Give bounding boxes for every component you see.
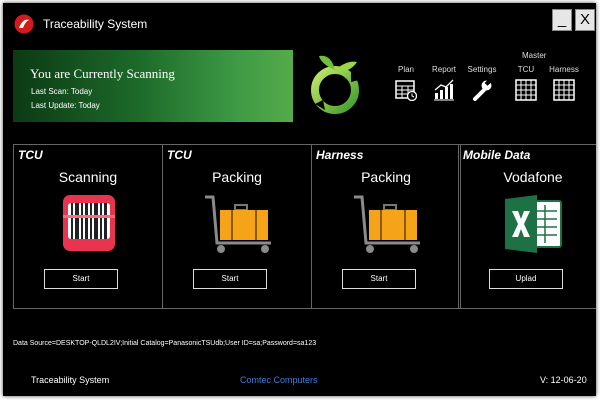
status-banner: You are Currently Scanning Last Scan: To… bbox=[13, 50, 293, 122]
excel-icon bbox=[505, 195, 562, 253]
luggage-cart-icon bbox=[205, 195, 271, 253]
start-button[interactable]: Start bbox=[342, 269, 416, 289]
last-update-text: Last Update: Today bbox=[31, 101, 100, 110]
card-title: Mobile Data bbox=[463, 148, 531, 162]
minimize-button[interactable]: _ bbox=[552, 9, 572, 31]
footer-version: V: 12-06-20 bbox=[540, 375, 587, 385]
master-harness-button[interactable]: Harness bbox=[544, 65, 584, 101]
window-title: Traceability System bbox=[43, 17, 148, 31]
master-tcu-button[interactable]: TCU bbox=[506, 65, 546, 101]
settings-label: Settings bbox=[467, 65, 497, 74]
grid-icon bbox=[553, 79, 575, 101]
close-button[interactable]: X bbox=[575, 9, 595, 31]
status-title: You are Currently Scanning bbox=[30, 66, 175, 81]
master-group-label: Master bbox=[522, 51, 547, 60]
card-mobile-data: Mobile Data Vodafone Uplad bbox=[458, 144, 596, 309]
calendar-clock-icon bbox=[395, 80, 417, 101]
plan-label: Plan bbox=[397, 65, 414, 74]
bar-chart-icon bbox=[434, 79, 454, 101]
master-tcu-label: TCU bbox=[517, 65, 535, 74]
card-harness-packing: Harness Packing Start bbox=[311, 144, 461, 309]
connection-string: Data Source=DESKTOP-QLDL2IV;Initial Cata… bbox=[13, 340, 317, 347]
footer-app-name: Traceability System bbox=[31, 375, 110, 385]
plan-button[interactable]: Plan bbox=[386, 65, 426, 101]
start-button[interactable]: Start bbox=[193, 269, 267, 289]
card-subtitle: Packing bbox=[361, 169, 411, 185]
card-subtitle: Scanning bbox=[58, 169, 118, 185]
barcode-scanner-icon bbox=[63, 195, 115, 251]
last-scan-text: Last Scan: Today bbox=[31, 87, 93, 96]
app-logo-icon bbox=[14, 14, 34, 34]
card-subtitle: Packing bbox=[212, 169, 262, 185]
recycle-leaf-icon bbox=[311, 55, 359, 114]
wrench-icon bbox=[473, 80, 492, 101]
card-subtitle: Vodafone bbox=[503, 169, 563, 185]
app-window: Traceability System _ X You are Currentl… bbox=[3, 3, 596, 396]
card-tcu-scanning: TCU Scanning Start bbox=[13, 144, 163, 309]
report-label: Report bbox=[431, 65, 456, 74]
card-title: TCU bbox=[167, 148, 192, 162]
grid-icon bbox=[515, 79, 537, 101]
footer-company-link[interactable]: Comtec Computers bbox=[240, 375, 318, 385]
settings-button[interactable]: Settings bbox=[462, 65, 502, 101]
start-button[interactable]: Start bbox=[44, 269, 118, 289]
card-title: Harness bbox=[316, 148, 364, 162]
luggage-cart-icon bbox=[354, 195, 420, 253]
card-title: TCU bbox=[18, 148, 43, 162]
card-tcu-packing: TCU Packing Start bbox=[162, 144, 312, 309]
report-button[interactable]: Report bbox=[424, 65, 464, 101]
master-harness-label: Harness bbox=[549, 65, 579, 74]
upload-button[interactable]: Uplad bbox=[489, 269, 563, 289]
